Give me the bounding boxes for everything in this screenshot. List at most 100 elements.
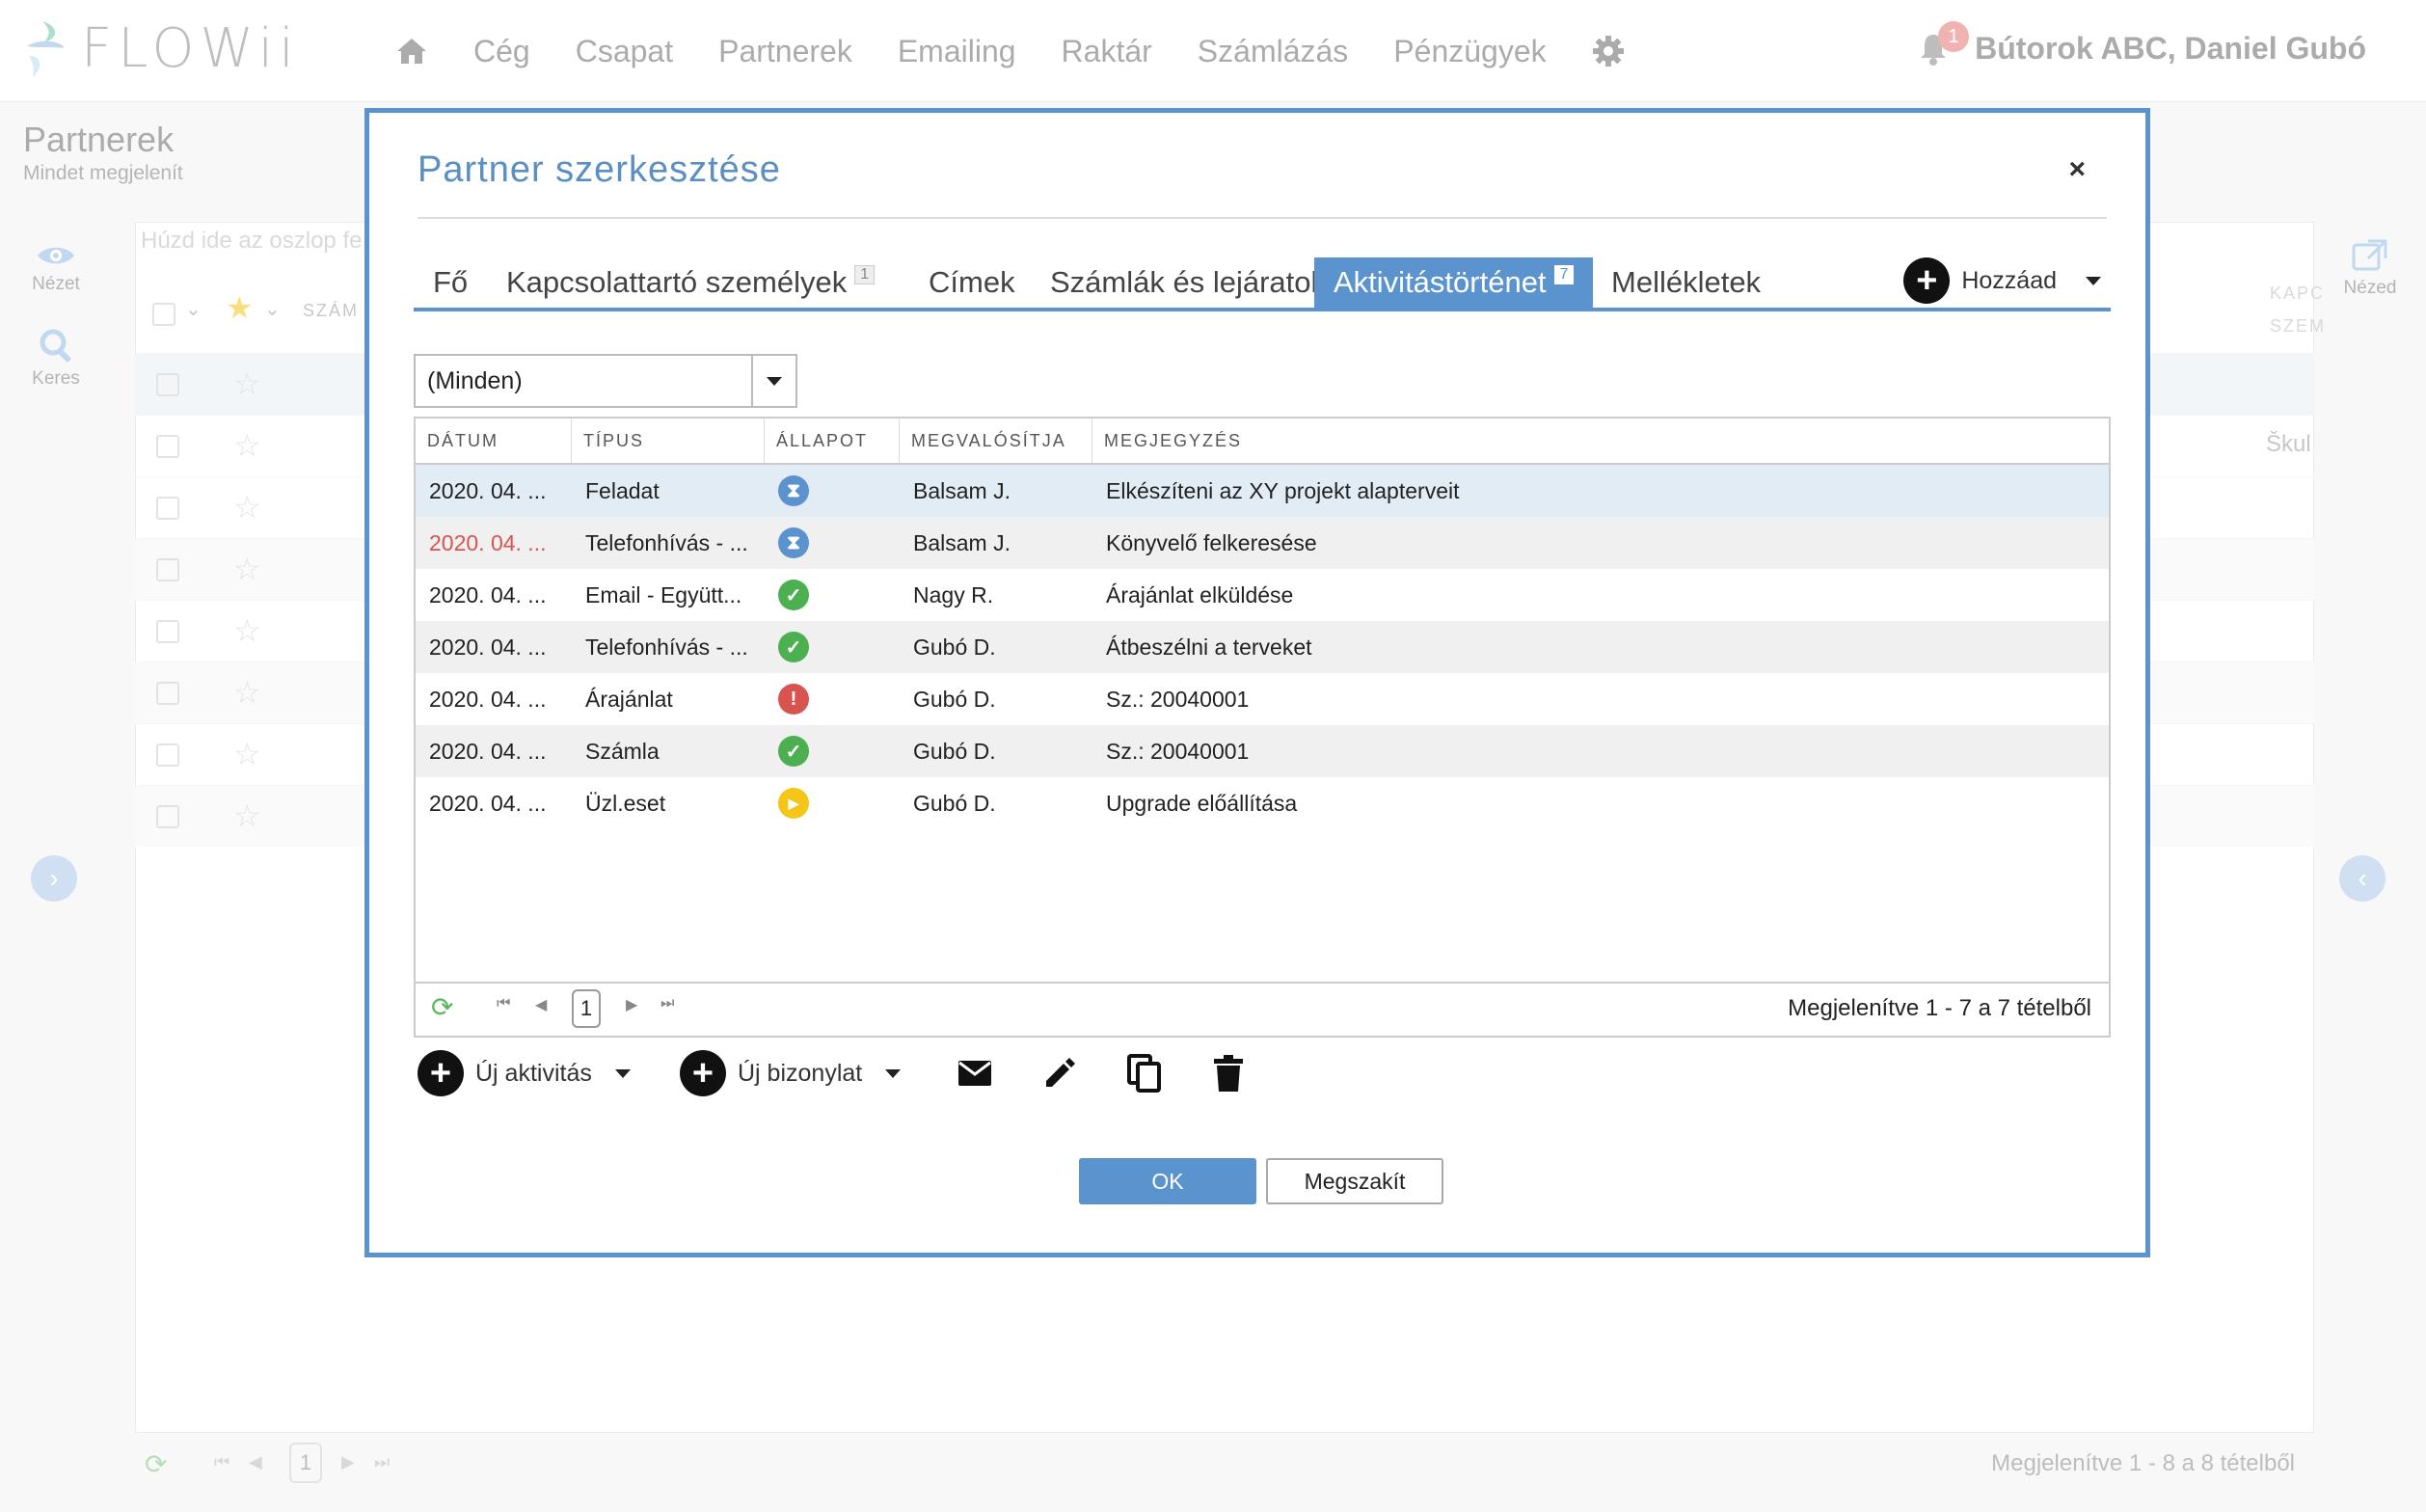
table-row[interactable]: 2020. 04. ... Email - Együtt... ✓ Nagy R. Ár…	[416, 569, 2109, 621]
tab-label: Számlák és lejáratok	[1050, 265, 1327, 299]
date-cell: 2020. 04. ...	[429, 686, 547, 712]
column-header-owner[interactable]: MEGVALÓSÍTJA	[900, 418, 1092, 463]
note-cell: Upgrade előállítása	[1106, 790, 1298, 816]
table-row[interactable]: 2020. 04. ... Árajánlat! Gubó D. Sz.: 20040…	[416, 673, 2109, 725]
new-activity-button[interactable]: + Új aktivitás	[418, 1046, 631, 1100]
tab-label: Kapcsolattartó személyek	[506, 265, 848, 299]
column-header-note[interactable]: MEGJEGYZÉS	[1092, 418, 2109, 463]
caret-down-icon[interactable]	[2086, 276, 2101, 285]
date-cell: 2020. 04. ...	[429, 581, 547, 608]
table-row[interactable]: 2020. 04. ... Feladat ⧗ Balsam J. Elkészíten…	[416, 465, 2109, 517]
status-cell: ⧗	[765, 517, 900, 569]
dropdown-button[interactable]	[751, 356, 795, 406]
page-number[interactable]: 1	[572, 989, 601, 1028]
type-cell: Számla	[585, 738, 660, 764]
table-row[interactable]: 2020. 04. ... Számla ✓ Gubó D. Sz.: 20040001	[416, 725, 2109, 777]
column-header-status[interactable]: ÁLLAPOT	[765, 418, 900, 463]
table-header: DÁTUM TÍPUS ÁLLAPOT MEGVALÓSÍTJA MEGJEGY…	[416, 418, 2109, 465]
status-cell: ⧗	[765, 465, 900, 517]
plus-circle-icon: +	[418, 1050, 464, 1096]
ok-button[interactable]: OK	[1079, 1158, 1256, 1204]
type-cell: Telefonhívás - ...	[585, 634, 748, 660]
hourglass-icon: ⧗	[778, 527, 809, 558]
table-row[interactable]: 2020. 04. ... Telefonhívás - ... ✓ Gubó D. Á…	[416, 621, 2109, 673]
column-header-date[interactable]: DÁTUM	[416, 418, 572, 463]
owner-cell: Balsam J.	[913, 529, 1011, 555]
partner-edit-dialog: Partner szerkesztése × Fő Kapcsolattartó…	[364, 108, 2150, 1257]
tab-contacts[interactable]: Kapcsolattartó személyek 1	[487, 257, 894, 308]
pager-info: Megjelenítve 1 - 7 a 7 tételből	[1788, 995, 2091, 1021]
date-cell: 2020. 04. ...	[429, 477, 547, 503]
tab-invoices[interactable]: Számlák és lejáratok	[1031, 257, 1345, 308]
date-cell: 2020. 04. ...	[429, 738, 547, 764]
tab-bar: Fő Kapcsolattartó személyek 1 Címek Száml…	[414, 257, 2111, 311]
tab-label: Címek	[929, 265, 1015, 299]
next-page-icon[interactable]: ▶	[626, 995, 637, 1014]
table-row[interactable]: 2020. 04. ... Üzl.eset ▶ Gubó D. Upgrade elő…	[416, 777, 2109, 829]
new-document-button[interactable]: + Új bizonylat	[680, 1046, 902, 1100]
tab-count: 1	[854, 265, 876, 284]
delete-icon[interactable]	[1214, 1046, 1243, 1100]
note-cell: Árajánlat elküldése	[1106, 581, 1294, 608]
tab-addresses[interactable]: Címek	[909, 257, 1035, 308]
add-label: Hozzáad	[1961, 266, 2057, 294]
type-cell: Telefonhívás - ...	[585, 529, 748, 555]
date-cell: 2020. 04. ...	[429, 634, 547, 660]
caret-down-icon[interactable]	[614, 1068, 631, 1078]
play-icon: ▶	[778, 788, 809, 819]
type-cell: Árajánlat	[585, 686, 673, 712]
first-page-icon[interactable]: ⏮	[497, 995, 510, 1012]
check-circle-icon: ✓	[778, 632, 809, 662]
owner-cell: Gubó D.	[913, 790, 996, 816]
tab-label: Fő	[433, 265, 469, 299]
column-header-type[interactable]: TÍPUS	[572, 418, 765, 463]
check-circle-icon: ✓	[778, 580, 809, 610]
tab-count: 7	[1553, 265, 1575, 284]
note-cell: Könyvelő felkeresése	[1106, 529, 1317, 555]
hourglass-icon: ⧗	[778, 475, 809, 506]
check-circle-icon: ✓	[778, 736, 809, 767]
tab-main[interactable]: Fő	[414, 257, 487, 308]
prev-page-icon[interactable]: ◀	[535, 995, 547, 1014]
activity-table: DÁTUM TÍPUS ÁLLAPOT MEGVALÓSÍTJA MEGJEGY…	[414, 417, 2111, 1038]
owner-cell: Gubó D.	[913, 686, 996, 712]
tab-label: Mellékletek	[1611, 265, 1762, 299]
tab-label: Aktivitástörténet	[1334, 265, 1547, 299]
date-cell: 2020. 04. ...	[429, 790, 547, 816]
table-row[interactable]: 2020. 04. ... Telefonhívás - ... ⧗ Balsam J…	[416, 517, 2109, 569]
note-cell: Elkészíteni az XY projekt alapterveit	[1106, 477, 1460, 503]
owner-cell: Balsam J.	[913, 477, 1011, 503]
activity-filter-select[interactable]: (Minden)	[414, 354, 797, 408]
plus-circle-icon: +	[1903, 257, 1951, 304]
edit-icon[interactable]	[1042, 1046, 1077, 1100]
cancel-button[interactable]: Megszakít	[1266, 1158, 1443, 1204]
type-cell: Feladat	[585, 477, 660, 503]
divider	[418, 217, 2107, 219]
note-cell: Sz.: 20040001	[1106, 686, 1250, 712]
dialog-title: Partner szerkesztése	[418, 149, 781, 190]
new-activity-label: Új aktivitás	[475, 1059, 592, 1087]
status-cell: ✓	[765, 725, 900, 777]
status-cell: ✓	[765, 569, 900, 621]
owner-cell: Gubó D.	[913, 634, 996, 660]
close-icon[interactable]: ×	[2068, 153, 2086, 186]
caret-down-icon	[767, 376, 782, 386]
refresh-icon[interactable]: ⟳	[431, 991, 453, 1023]
status-cell: ▶	[765, 777, 900, 829]
email-icon[interactable]	[957, 1046, 992, 1100]
date-cell: 2020. 04. ...	[429, 529, 547, 555]
note-cell: Átbeszélni a terveket	[1106, 634, 1312, 660]
type-cell: Üzl.eset	[585, 790, 666, 816]
activity-pager: ⟳ ⏮ ◀ 1 ▶ ⏭ Megjelenítve 1 - 7 a 7 tétel…	[416, 982, 2109, 1036]
owner-cell: Nagy R.	[913, 581, 994, 608]
copy-icon[interactable]	[1127, 1046, 1162, 1100]
owner-cell: Gubó D.	[913, 738, 996, 764]
last-page-icon[interactable]: ⏭	[660, 995, 674, 1012]
action-toolbar: + Új aktivitás + Új bizonylat	[418, 1046, 1382, 1104]
new-document-label: Új bizonylat	[738, 1059, 863, 1087]
caret-down-icon[interactable]	[885, 1068, 902, 1078]
plus-circle-icon: +	[680, 1050, 726, 1096]
tab-activity-history[interactable]: Aktivitástörténet 7	[1314, 257, 1594, 308]
add-button[interactable]: + Hozzáad	[1903, 256, 2111, 306]
tab-attachments[interactable]: Mellékletek	[1592, 257, 1780, 308]
